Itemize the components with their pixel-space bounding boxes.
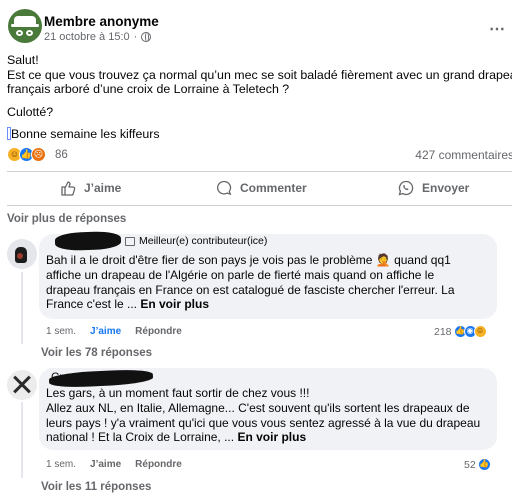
comment-reply-button[interactable]: Répondre bbox=[135, 326, 182, 337]
more-options-icon[interactable]: ⋯ bbox=[489, 19, 506, 39]
comment-label: Commenter bbox=[240, 181, 307, 195]
comment-button[interactable]: Commenter bbox=[216, 180, 307, 196]
reaction-count[interactable]: 86 bbox=[55, 149, 68, 161]
comment-bubble-icon bbox=[216, 180, 232, 196]
see-more-link[interactable]: En voir plus bbox=[237, 430, 306, 444]
send-button[interactable]: Envoyer bbox=[398, 180, 469, 196]
comment-reactions[interactable]: 218 👍 ◉ ☺ bbox=[434, 325, 487, 338]
like-reaction-icon: 👍 bbox=[477, 458, 491, 471]
thread-line bbox=[21, 272, 23, 344]
comment-count[interactable]: 427 commentaires bbox=[415, 148, 512, 162]
commenter-avatar[interactable] bbox=[7, 239, 37, 269]
post-author[interactable]: Membre anonyme bbox=[44, 14, 159, 29]
like-label: J’aime bbox=[84, 181, 122, 195]
post-actions-bar: J’aime Commenter Envoyer bbox=[7, 173, 512, 203]
post-meta: 21 octobre à 15:0 · bbox=[44, 31, 152, 43]
angry-reaction-icon: ☹ bbox=[31, 147, 46, 162]
divider bbox=[7, 205, 512, 206]
see-more-link[interactable]: En voir plus bbox=[140, 297, 209, 311]
comment-bubble: Cr Les gars, à un moment faut sortir de … bbox=[39, 368, 497, 450]
view-replies-link[interactable]: Voir les 78 réponses bbox=[41, 347, 152, 359]
anonymous-avatar[interactable] bbox=[8, 9, 42, 43]
post-text: Salut! Est ce que vous trouvez ça normal… bbox=[7, 53, 512, 142]
comment-reactions[interactable]: 52 👍 bbox=[464, 458, 491, 471]
haha-reaction-icon: ☺ bbox=[473, 325, 487, 338]
whatsapp-icon bbox=[398, 180, 414, 196]
like-button[interactable]: J’aime bbox=[60, 180, 121, 196]
post-line: Salut! bbox=[7, 53, 39, 67]
commenter-avatar[interactable] bbox=[7, 370, 37, 400]
post-line: Culotté? bbox=[7, 104, 54, 119]
post-line: Bonne semaine les kiffeurs bbox=[7, 127, 512, 142]
contributor-badge: Meilleur(e) contributeur(ice) bbox=[125, 235, 267, 247]
post-reactions-summary: ☺ 👍 ☹ 86 427 commentaires bbox=[7, 147, 512, 165]
post-header: Membre anonyme 21 octobre à 15:0 · ⋯ bbox=[8, 9, 508, 49]
comment-bubble: Meilleur(e) contributeur(ice) Bah il a l… bbox=[39, 230, 497, 319]
comment-reaction-count: 52 bbox=[464, 458, 476, 471]
comment-text: Bah il a le droit d'être fier de son pay… bbox=[46, 253, 455, 312]
post-line: français arboré d’une croix de Lorraine … bbox=[7, 82, 290, 96]
comment-time[interactable]: 1 sem. bbox=[46, 326, 76, 337]
globe-icon bbox=[141, 32, 152, 42]
post-timestamp[interactable]: 21 octobre à 15:0 bbox=[44, 31, 130, 43]
comment-reaction-count: 218 bbox=[434, 325, 452, 338]
thread-line bbox=[21, 402, 23, 478]
view-replies-link[interactable]: Voir les 11 réponses bbox=[41, 481, 151, 493]
post-line: Est ce que vous trouvez ça normal qu’un … bbox=[7, 67, 512, 82]
thumbs-up-icon bbox=[61, 181, 76, 196]
comment-actions: 1 sem. J’aime Répondre bbox=[46, 459, 182, 470]
see-more-replies-link[interactable]: Voir plus de réponses bbox=[7, 213, 126, 225]
redacted-name bbox=[54, 230, 122, 252]
badge-icon bbox=[125, 236, 135, 246]
divider bbox=[7, 171, 512, 172]
comment-text: Les gars, à un moment faut sortir de che… bbox=[46, 386, 481, 445]
comment-reply-button[interactable]: Répondre bbox=[135, 459, 182, 470]
comment-actions: 1 sem. J’aime Répondre bbox=[46, 326, 182, 337]
comment-like-button[interactable]: J’aime bbox=[90, 459, 121, 470]
reaction-icons[interactable]: ☺ 👍 ☹ bbox=[7, 147, 46, 162]
send-label: Envoyer bbox=[422, 181, 470, 195]
comment-like-button[interactable]: J’aime bbox=[90, 326, 121, 337]
comment-time[interactable]: 1 sem. bbox=[46, 459, 76, 470]
